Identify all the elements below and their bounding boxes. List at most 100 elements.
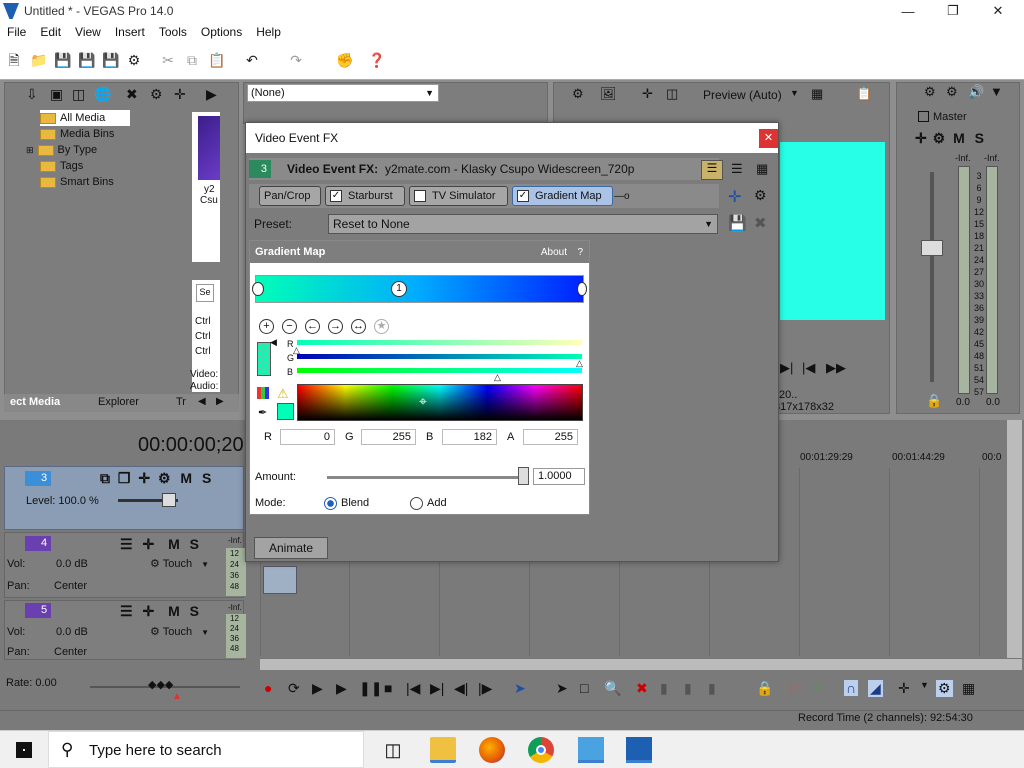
starburst-checkbox[interactable]: ✓ <box>330 190 342 202</box>
whats-this-help-icon[interactable]: ❓ <box>368 52 385 68</box>
track-add-icon[interactable]: ✛ <box>142 536 154 552</box>
chain-item-starburst[interactable]: ✓ Starburst <box>325 186 405 206</box>
selected-color-swatch[interactable] <box>257 342 271 376</box>
record-icon[interactable]: ● <box>264 680 272 696</box>
gradient-stop-start[interactable] <box>252 282 264 296</box>
auto-crossfade-icon[interactable]: ◢ <box>868 680 883 697</box>
lock-envelopes-icon[interactable]: ⚙ <box>936 680 953 697</box>
tab-scroll-left[interactable]: ◀ <box>198 396 206 407</box>
region-icon[interactable]: ⚐ <box>812 680 825 697</box>
chain-item-tv-simulator[interactable]: TV Simulator <box>409 186 508 206</box>
g-channel-slider[interactable] <box>297 354 582 359</box>
track-compositing-icon[interactable]: ❐ <box>118 470 131 486</box>
zoom-tool-icon[interactable]: 🔍 <box>604 680 621 697</box>
pause-icon[interactable]: ❚❚ <box>359 680 382 697</box>
ignore-grouping-icon[interactable]: ▦ <box>962 680 975 697</box>
overlays-icon[interactable]: ◫ <box>666 86 678 102</box>
taskbar-search-box[interactable]: ⚲ Type here to search <box>48 731 364 768</box>
loop-icon[interactable]: ⟳ <box>288 680 300 697</box>
master-solo-button[interactable]: S <box>975 130 984 146</box>
go-to-start-icon[interactable]: |◀ <box>406 680 420 697</box>
delete-preset-icon[interactable]: ✖ <box>754 214 767 232</box>
track-solo-button[interactable]: S <box>190 536 199 552</box>
track-envelope-icon[interactable]: ☰ <box>120 603 133 619</box>
windows-start-icon[interactable] <box>16 742 32 758</box>
gradient-bar[interactable] <box>255 275 584 303</box>
ripple-edit-icon[interactable]: ✛ <box>898 680 910 697</box>
track-solo-button[interactable]: S <box>202 470 211 486</box>
eyedropper-icon[interactable]: ✒ <box>258 406 267 419</box>
go-to-end-icon[interactable]: ▶| <box>430 680 444 697</box>
notepad-icon[interactable] <box>578 737 604 763</box>
views-icon[interactable]: ✛ <box>174 86 186 103</box>
render-icon[interactable]: 💾 <box>102 52 119 68</box>
play-from-start-icon[interactable]: ▶ <box>312 680 323 697</box>
properties-icon[interactable]: ⚙ <box>126 52 142 68</box>
lock-icon[interactable]: 🔒 <box>926 393 942 409</box>
chrome-icon[interactable] <box>528 737 554 763</box>
play-icon[interactable]: ▶▶ <box>826 360 846 376</box>
copy-icon[interactable]: ⧉ <box>184 52 200 68</box>
master-downmix-icon[interactable]: 🔊 <box>968 84 984 100</box>
master-properties-icon[interactable]: ⚙ <box>924 84 936 100</box>
media-fx-icon[interactable]: ⚙ <box>150 86 163 103</box>
open-icon[interactable]: 📁 <box>30 52 47 68</box>
track-mute-button[interactable]: M <box>168 536 180 552</box>
save-icon[interactable]: 💾 <box>54 52 71 68</box>
tree-item-all-media[interactable]: All Media <box>40 110 130 126</box>
enable-snapping-icon[interactable]: ✊ <box>336 52 353 68</box>
g-value-input[interactable]: 255 <box>361 429 416 445</box>
next-stop-icon[interactable]: → <box>328 319 343 334</box>
palette-icon[interactable] <box>257 387 269 399</box>
tab-explorer[interactable]: Explorer <box>98 396 139 408</box>
tree-item-media-bins[interactable]: Media Bins <box>40 126 184 142</box>
track-fx-icon[interactable]: ⚙ <box>158 470 171 486</box>
minimize-button[interactable]: — <box>885 0 931 22</box>
hue-picker[interactable] <box>297 384 583 421</box>
preset-dropdown[interactable]: Reset to None ▼ <box>328 214 718 234</box>
a-value-input[interactable]: 255 <box>523 429 578 445</box>
snapping-icon[interactable]: ∩ <box>844 680 859 696</box>
close-button[interactable]: ✕ <box>975 0 1021 22</box>
amount-slider[interactable] <box>327 476 527 479</box>
vegas-taskbar-icon[interactable] <box>626 737 652 763</box>
tree-item-smart-bins[interactable]: Smart Bins <box>40 174 184 190</box>
menu-tools[interactable]: Tools <box>152 25 194 39</box>
dialog-close-button[interactable]: ✕ <box>759 129 778 148</box>
grid-icon[interactable]: ▦ <box>811 86 823 102</box>
maximize-button[interactable]: ❐ <box>930 0 976 22</box>
remove-plugin-icon[interactable]: ⚙ <box>754 187 767 204</box>
save-preset-icon[interactable]: 💾 <box>728 214 747 232</box>
tree-item-by-type[interactable]: ⊞ By Type <box>26 142 184 158</box>
marker-icon[interactable]: ⚐ <box>788 680 801 697</box>
master-fx-icon[interactable]: ⚙ <box>946 84 958 100</box>
b-slider-thumb-icon[interactable]: △ <box>494 372 501 383</box>
preview-properties-icon[interactable]: ⚙ <box>572 86 584 102</box>
cut-icon[interactable]: ✂ <box>160 52 176 68</box>
media-thumbnail[interactable]: y2 Csu <box>192 112 220 262</box>
track-add-icon[interactable]: ✛ <box>142 603 154 619</box>
tab-transitions[interactable]: Tr <box>176 396 186 408</box>
master-gear-icon[interactable]: ⚙ <box>933 130 946 146</box>
firefox-icon[interactable] <box>479 737 505 763</box>
mode-blend-radio[interactable] <box>324 497 337 510</box>
prev-frame-icon[interactable]: ◀| <box>454 680 468 697</box>
import-icon[interactable]: ⇩ <box>26 86 38 103</box>
menu-view[interactable]: View <box>68 25 108 39</box>
timeline-event-clip[interactable] <box>263 566 297 594</box>
fx-plugin-dropdown[interactable]: (None) ▼ <box>247 84 439 102</box>
remove-stop-icon[interactable]: − <box>282 319 297 334</box>
tab-scroll-right[interactable]: ▶ <box>216 396 224 407</box>
save-as-icon[interactable]: 💾 <box>78 52 95 68</box>
mode-add-radio[interactable] <box>410 497 423 510</box>
reverse-stops-icon[interactable]: ↔ <box>351 319 366 334</box>
menu-file[interactable]: File <box>0 25 33 39</box>
expand-icon[interactable]: ⊞ <box>26 142 34 158</box>
normal-edit-tool-icon[interactable]: ➤ <box>514 680 526 697</box>
lock-event-icon[interactable]: 🔒 <box>756 680 773 697</box>
amount-slider-thumb[interactable] <box>518 467 529 485</box>
track-4-touch[interactable]: ⚙ Touch ▼ <box>150 557 209 570</box>
tv-simulator-checkbox[interactable] <box>414 190 426 202</box>
copy-snapshot-icon[interactable]: 📋 <box>856 86 872 102</box>
tree-item-tags[interactable]: Tags <box>40 158 184 174</box>
